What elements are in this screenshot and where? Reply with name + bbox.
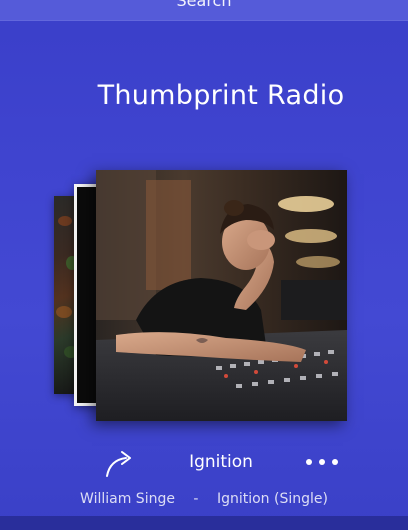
track-title: Ignition bbox=[189, 452, 253, 472]
track-subtitle: William Singe - Ignition (Single) bbox=[0, 491, 408, 507]
current-album-art[interactable] bbox=[96, 170, 347, 421]
album-name[interactable]: Ignition (Single) bbox=[217, 491, 328, 507]
subtitle-separator: - bbox=[193, 491, 199, 507]
more-dots-icon[interactable] bbox=[302, 452, 342, 472]
artist-name[interactable]: William Singe bbox=[80, 491, 175, 507]
share-arrow-icon[interactable] bbox=[104, 446, 138, 480]
bottom-strip bbox=[0, 516, 408, 530]
playback-controls: Ignition bbox=[0, 444, 408, 480]
